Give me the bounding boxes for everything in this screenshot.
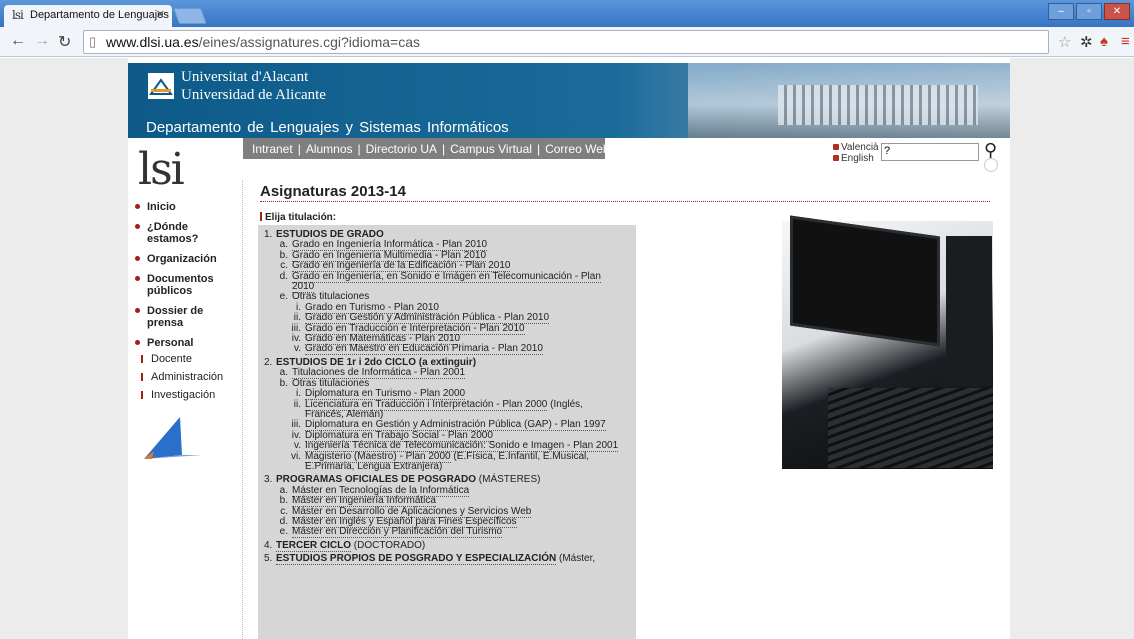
sidebar-item-personal[interactable]: Personal — [134, 337, 240, 349]
master-list: a. Máster en Tecnologías de la Informátic… — [264, 484, 636, 539]
list-label: Otras titulaciones — [292, 291, 370, 303]
ciclo-list: a. Titulaciones de Informática - Plan 200… — [264, 367, 636, 472]
browser-window: lsi Departamento de Lenguajes ✕ – ▫ ✕ ← … — [0, 0, 1134, 639]
sidebar-item-inicio[interactable]: Inicio — [134, 201, 240, 213]
sidebar-item-organizacion[interactable]: Organización — [134, 253, 240, 265]
viewport: Universitat d'Alacant Universidad de Ali… — [0, 58, 1134, 639]
bullet-icon — [833, 155, 839, 161]
browser-toolbar: ← → ↻ ▯ www.dlsi.ua.es/eines/assignatures… — [0, 27, 1134, 57]
forward-icon[interactable]: → — [34, 32, 50, 50]
list-item: v. Grado en Maestro en Educación Primaria… — [293, 343, 543, 356]
nav-campus-virtual[interactable]: Campus Virtual — [450, 142, 532, 156]
university-logo-icon[interactable] — [148, 73, 174, 99]
sidebar-sub-docente[interactable]: Docente — [134, 353, 240, 365]
degree-link[interactable]: Máster en Dirección y Planificación del … — [292, 526, 503, 539]
sidebar-sub-investigacion[interactable]: Investigación — [134, 389, 240, 401]
sidebar-item-documentos[interactable]: Documentos públicos — [134, 273, 240, 297]
sidebar-item-donde-estamos[interactable]: ¿Dónde estamos? — [134, 221, 240, 245]
minimize-button[interactable]: – — [1048, 3, 1074, 20]
list-item: E.Primaria, Lengua Extranjera) — [305, 460, 443, 472]
bullet-icon — [260, 212, 262, 221]
list-item: b. Máster en Ingeniería Informática — [279, 495, 436, 508]
bullet-icon — [135, 340, 140, 345]
tab-strip: lsi Departamento de Lenguajes ✕ – ▫ ✕ — [0, 0, 1134, 27]
bullet-icon — [135, 224, 140, 229]
choose-label: Elija titulación: — [260, 212, 336, 223]
list-item: 4. TERCER CICLO (DOCTORADO) — [264, 539, 426, 552]
list-item: 5. ESTUDIOS PROPIOS DE POSGRADO Y ESPECIA… — [264, 553, 596, 566]
degree-link[interactable]: Grado en Ingeniería, en Sonido e Imágen … — [292, 270, 601, 283]
bullet-icon — [833, 144, 839, 150]
bookmark-star-icon[interactable]: ☆ — [1058, 33, 1071, 51]
title-divider — [260, 201, 990, 202]
address-bar[interactable]: ▯ www.dlsi.ua.es/eines/assignatures.cgi?i… — [83, 30, 1049, 54]
favicon-icon: lsi — [12, 8, 24, 22]
list-item: d. Grado en Ingeniería, en Sonido e Imáge… — [279, 270, 601, 283]
nav-intranet[interactable]: Intranet — [252, 142, 293, 156]
department-title: Departamento de Lenguajes y Sistemas Inf… — [146, 119, 509, 136]
degree-link[interactable]: Grado en Maestro en Educación Primaria -… — [305, 343, 543, 356]
nav-correo-web[interactable]: Correo Web — [545, 142, 609, 156]
sidebar-sub-administracion[interactable]: Administración — [134, 371, 240, 383]
list-label: Otras titulaciones — [292, 377, 370, 389]
degree-list: 1. ESTUDIOS DE GRADO a. Grado en Ingenierí… — [258, 225, 636, 639]
list-item: e. Máster en Dirección y Planificación de… — [279, 526, 503, 539]
page: Universitat d'Alacant Universidad de Ali… — [128, 58, 1010, 639]
column-divider — [242, 180, 243, 639]
nav-directorio[interactable]: Directorio UA — [366, 142, 437, 156]
bullet-icon — [141, 355, 143, 363]
header-banner: Universitat d'Alacant Universidad de Ali… — [128, 63, 1010, 138]
lsi-logo[interactable]: lsi — [138, 144, 185, 195]
tab-title: Departamento de Lenguajes — [30, 9, 169, 21]
url-domain: www.dlsi.ua.es — [106, 34, 199, 50]
keyboard-image — [828, 388, 993, 468]
bullet-icon — [135, 308, 140, 313]
page-icon: ▯ — [89, 34, 97, 49]
link-estudios-propios[interactable]: ESTUDIOS PROPIOS DE POSGRADO Y ESPECIALI… — [276, 553, 557, 566]
sidebar: Inicio ¿Dónde estamos? Organización Docu… — [134, 201, 240, 407]
decorative-logo-icon — [144, 417, 202, 459]
bullet-icon — [141, 391, 143, 399]
url-path: /eines/assignatures.cgi?idioma=cas — [198, 34, 420, 50]
lang-valencian[interactable]: Valencià — [833, 142, 879, 153]
extension-icon[interactable]: ♠ — [1100, 33, 1108, 50]
sidebar-item-dossier[interactable]: Dossier de prensa — [134, 305, 240, 329]
link-tercer-ciclo[interactable]: TERCER CICLO — [276, 539, 351, 552]
close-window-button[interactable]: ✕ — [1104, 3, 1130, 20]
browser-tab[interactable]: lsi Departamento de Lenguajes ✕ — [4, 5, 172, 27]
page-title: Asignaturas 2013-14 — [260, 183, 406, 200]
extension-gear-icon[interactable]: ✲ — [1080, 33, 1093, 51]
bullet-icon — [135, 204, 140, 209]
search-extra-icon[interactable] — [984, 158, 998, 172]
reload-icon[interactable]: ↻ — [58, 32, 71, 52]
top-navigation: Intranet | Alumnos | Directorio UA | Campus Vi… — [243, 138, 610, 159]
back-icon[interactable]: ← — [10, 32, 26, 50]
nav-alumnos[interactable]: Alumnos — [306, 142, 353, 156]
new-tab-button[interactable] — [173, 8, 207, 24]
banner-building — [778, 85, 978, 125]
close-tab-icon[interactable]: ✕ — [156, 8, 165, 21]
language-switch: Valencià English — [833, 142, 879, 164]
bullet-icon — [135, 256, 140, 261]
bullet-icon — [141, 373, 143, 381]
lang-english[interactable]: English — [833, 153, 879, 164]
search-input[interactable]: ? — [881, 143, 979, 161]
grado-list: a. Grado en Ingeniería Informática - Plan… — [264, 239, 636, 356]
menu-icon[interactable]: ≡ — [1121, 33, 1130, 50]
monitor-image — [790, 215, 940, 347]
maximize-button[interactable]: ▫ — [1076, 3, 1102, 20]
university-name-valencian[interactable]: Universitat d'Alacant — [181, 69, 308, 86]
monitor-image — [946, 236, 992, 386]
bullet-icon — [135, 276, 140, 281]
university-name-spanish[interactable]: Universidad de Alicante — [181, 87, 326, 104]
